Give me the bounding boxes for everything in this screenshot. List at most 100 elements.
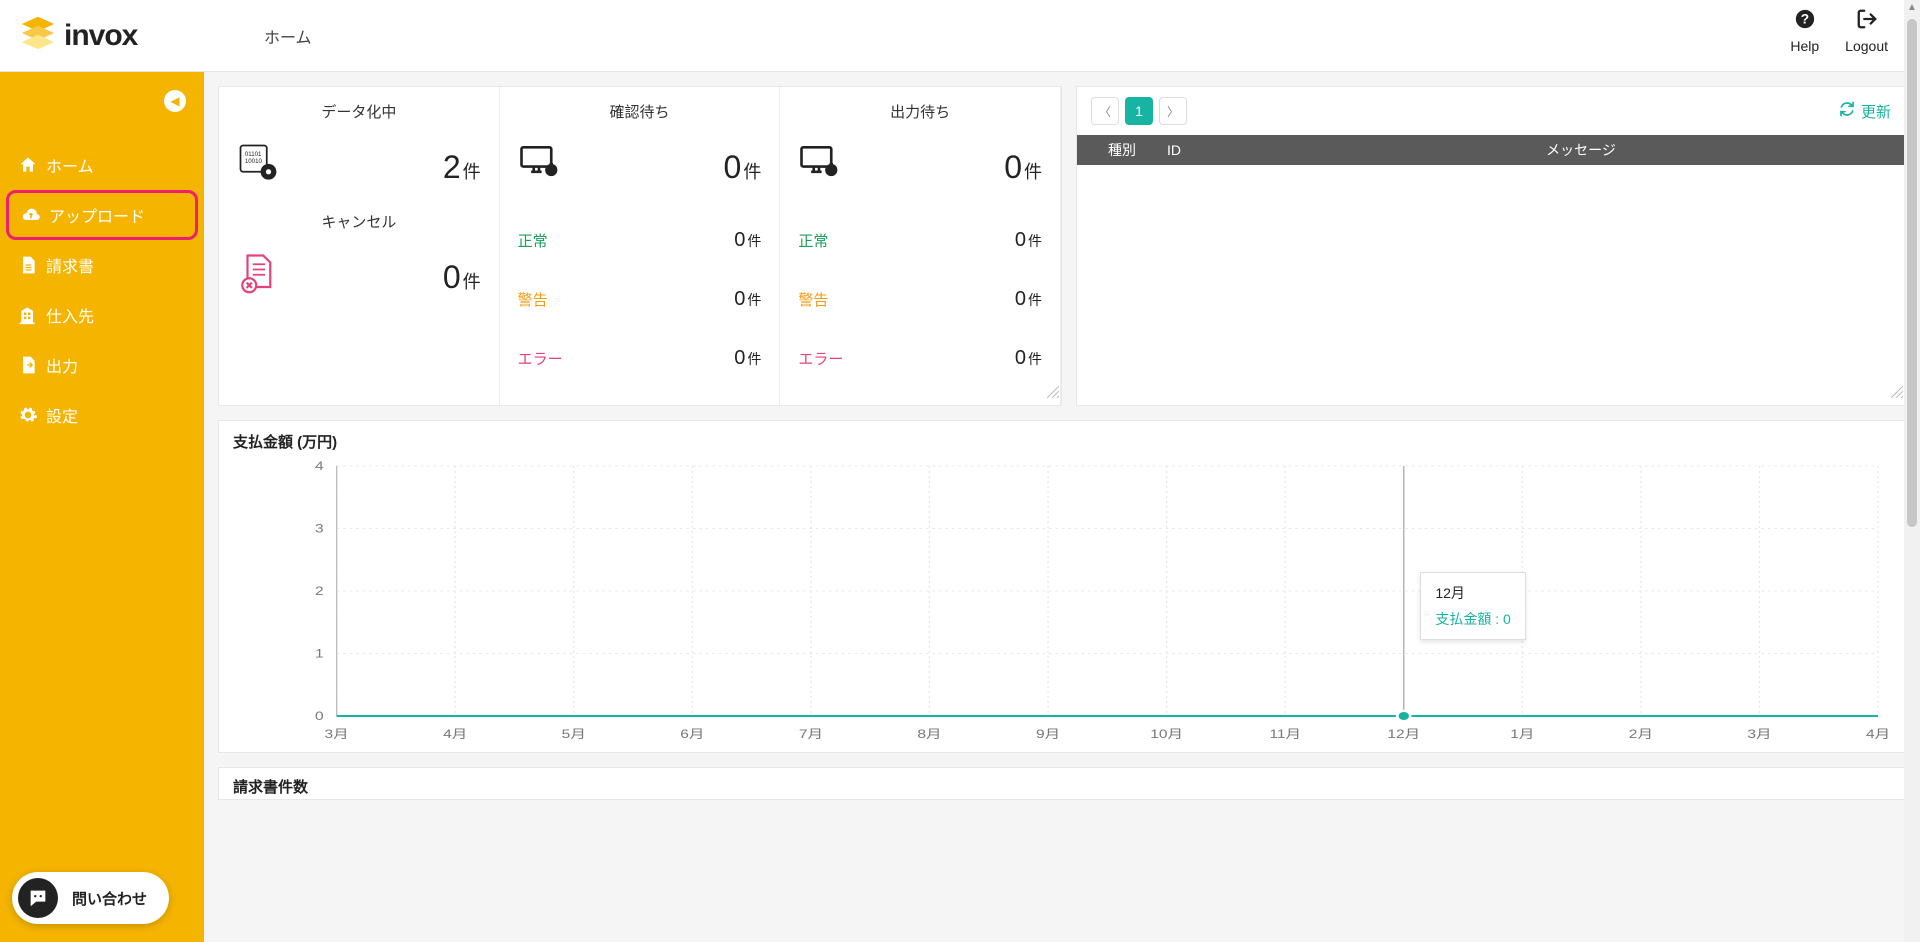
help-icon: ? <box>1794 8 1816 36</box>
stat-sub-value: 0 <box>1015 229 1026 252</box>
stat-value: 0 <box>1004 149 1022 186</box>
sidebar-item-label: 出力 <box>46 353 186 377</box>
svg-text:3月: 3月 <box>1747 727 1771 741</box>
resize-handle-icon[interactable] <box>1891 385 1903 403</box>
stat-big: 0件 <box>518 142 762 193</box>
brand-name: invox <box>64 19 137 53</box>
messages-col-id: ID <box>1167 142 1257 158</box>
stat-sub-label: エラー <box>798 348 843 369</box>
payment-chart-title: 支払金額 (万円) <box>233 431 1891 452</box>
sidebar-item-home[interactable]: ホーム <box>0 140 204 190</box>
sidebar-item-label: 設定 <box>46 403 186 427</box>
scrollbar-thumb[interactable] <box>1907 19 1917 527</box>
stat-sub-row: エラー0件 <box>518 347 762 370</box>
stat-sub-row: 正常0件 <box>798 229 1042 252</box>
help-label: Help <box>1790 38 1819 54</box>
brand-logo-icon <box>20 15 56 56</box>
sidebar-item-export[interactable]: 出力 <box>0 340 204 390</box>
stat-unit: 件 <box>1024 158 1042 184</box>
svg-text:8月: 8月 <box>917 727 941 741</box>
stat-sub-label: 警告 <box>798 289 828 310</box>
svg-text:9月: 9月 <box>1036 727 1060 741</box>
contact-button[interactable]: 問い合わせ <box>12 872 169 924</box>
svg-text:4月: 4月 <box>1866 727 1890 741</box>
svg-text:3月: 3月 <box>325 727 349 741</box>
stat-big: 01101100102件 <box>237 142 481 193</box>
messages-table-body <box>1077 165 1905 405</box>
chart-tooltip: 12月 支払金額 : 0 <box>1420 572 1525 640</box>
messages-col-message: メッセージ <box>1257 140 1905 160</box>
pager-prev-button[interactable]: 〈 <box>1091 97 1119 125</box>
sidebar-item-label: アップロード <box>49 203 183 227</box>
stat-column: データ化中 01101100102件キャンセル 0件 <box>219 87 500 405</box>
stat-sub-label: エラー <box>518 348 563 369</box>
building-icon <box>18 305 46 325</box>
stat-sub-row: 正常0件 <box>518 229 762 252</box>
help-button[interactable]: ? Help <box>1790 8 1819 54</box>
stat-unit: 件 <box>1028 231 1042 251</box>
messages-col-type: 種別 <box>1077 140 1167 160</box>
logout-button[interactable]: Logout <box>1845 8 1888 54</box>
svg-text:4月: 4月 <box>443 727 467 741</box>
stat-sub-row: エラー 0件 <box>798 347 1042 370</box>
invoice-count-chart-title: 請求書件数 <box>218 767 1906 800</box>
chevron-right-icon: 〉 <box>1167 103 1179 120</box>
resize-handle-icon[interactable] <box>1047 385 1059 403</box>
file-icon <box>18 255 46 275</box>
stat-column: 出力待ち0件正常0件警告0件エラー0件 <box>780 87 1061 405</box>
stat-value: 0 <box>724 149 742 186</box>
svg-text:01101: 01101 <box>245 151 262 158</box>
sidebar-item-building[interactable]: 仕入先 <box>0 290 204 340</box>
stat-title: 確認待ち <box>518 101 762 122</box>
export-icon <box>18 355 46 375</box>
stat-sub-label: 正常 <box>518 230 548 251</box>
svg-text:3: 3 <box>315 521 324 535</box>
app-header: invox ホーム ? Help Logout <box>0 0 1920 72</box>
stat-unit: 件 <box>1028 349 1042 369</box>
stat-sub-value: 0 <box>1015 347 1026 370</box>
page-scrollbar[interactable]: ▲ <box>1904 0 1920 942</box>
sidebar-item-cloud-upload[interactable]: アップロード <box>6 190 198 240</box>
stat-icon <box>798 142 840 193</box>
stat-sub-label: 警告 <box>518 289 548 310</box>
sidebar-item-gear[interactable]: 設定 <box>0 390 204 440</box>
refresh-icon <box>1839 101 1855 121</box>
stat-unit: 件 <box>463 268 481 294</box>
scroll-up-icon[interactable]: ▲ <box>1907 2 1917 13</box>
dashboard-top-row: データ化中01101100102件キャンセル0件確認待ち0件正常0件警告0件エラ… <box>218 86 1906 406</box>
sidebar-item-file[interactable]: 請求書 <box>0 240 204 290</box>
payment-chart-panel: 支払金額 (万円) 012343月4月5月6月7月8月9月10月11月12月1月… <box>218 420 1906 753</box>
sidebar-item-label: 請求書 <box>46 253 186 277</box>
svg-text:7月: 7月 <box>799 727 823 741</box>
cloud-upload-icon <box>21 205 49 225</box>
payment-chart-area[interactable]: 012343月4月5月6月7月8月9月10月11月12月1月2月3月4月 12月… <box>233 456 1891 746</box>
svg-text:4: 4 <box>315 459 324 473</box>
stat-sub-value: 0 <box>734 347 745 370</box>
svg-text:11月: 11月 <box>1269 727 1301 741</box>
stat-icon <box>237 252 279 303</box>
gear-icon <box>18 405 46 425</box>
svg-text:10010: 10010 <box>245 158 263 165</box>
sidebar-item-label: 仕入先 <box>46 303 186 327</box>
logout-label: Logout <box>1845 38 1888 54</box>
messages-panel: 〈 1 〉 更新 種別 ID メッセージ <box>1076 86 1906 406</box>
stat-big: 0件 <box>237 252 481 303</box>
stat-title: データ化中 <box>237 101 481 122</box>
svg-text:6月: 6月 <box>680 727 704 741</box>
pager-next-button[interactable]: 〉 <box>1159 97 1187 125</box>
tooltip-month: 12月 <box>1435 583 1510 603</box>
home-icon <box>18 155 46 175</box>
sidebar-item-label: ホーム <box>46 153 186 177</box>
stat-sub-value: 0 <box>734 288 745 311</box>
stat-title: キャンセル <box>237 211 481 232</box>
chat-bubble-icon <box>18 878 58 918</box>
stat-column: 確認待ち0件正常0件警告0件エラー0件 <box>500 87 781 405</box>
refresh-button[interactable]: 更新 <box>1839 101 1891 122</box>
sidebar-collapse-button[interactable]: ◀ <box>164 90 186 112</box>
chevron-left-icon: ◀ <box>170 94 179 108</box>
sidebar-nav: ホームアップロード請求書仕入先出力設定 <box>0 140 204 440</box>
messages-toolbar: 〈 1 〉 更新 <box>1077 87 1905 135</box>
refresh-label: 更新 <box>1861 101 1891 122</box>
svg-text:2: 2 <box>315 584 324 598</box>
contact-label: 問い合わせ <box>72 888 147 909</box>
